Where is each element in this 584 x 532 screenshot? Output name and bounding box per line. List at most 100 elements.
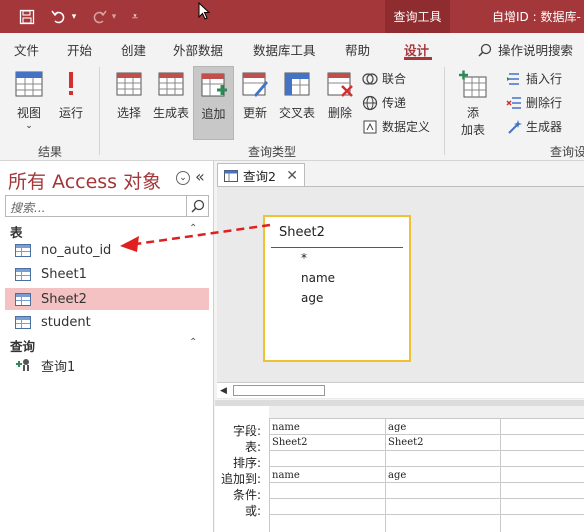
- chevron-down-icon[interactable]: ⌄: [176, 171, 190, 185]
- crosstab-query-button[interactable]: 交叉表: [276, 69, 318, 121]
- crosstab-query-icon: [284, 72, 310, 96]
- grid-column-selectors[interactable]: [269, 406, 584, 418]
- delete-row-button[interactable]: 删除行: [506, 94, 562, 111]
- grid-cell-field[interactable]: name: [272, 422, 300, 433]
- group-collapse-icon[interactable]: ⌃: [189, 337, 197, 348]
- view-label: 视图: [16, 106, 41, 120]
- nav-table-item[interactable]: student: [5, 311, 209, 333]
- nav-query-label: 查询1: [41, 359, 76, 375]
- query-tab-icon: [224, 169, 238, 182]
- nav-table-item[interactable]: no_auto_id: [5, 239, 209, 261]
- append-query-button[interactable]: 追加: [193, 66, 234, 140]
- customize-quick-access-icon[interactable]: ⩡: [128, 6, 142, 28]
- field-list-item[interactable]: *: [301, 251, 307, 265]
- grid-cell-append-to[interactable]: age: [388, 470, 406, 481]
- crosstab-label: 交叉表: [278, 106, 315, 120]
- grid-cell-table[interactable]: Sheet2: [388, 437, 424, 448]
- nav-table-label: Sheet1: [41, 266, 87, 282]
- grid-line: [269, 514, 584, 515]
- delete-query-button[interactable]: 删除: [322, 69, 358, 121]
- nav-table-label: no_auto_id: [41, 242, 112, 258]
- grid-label-field: 字段:: [232, 424, 261, 438]
- tell-me-search[interactable]: 操作说明搜索: [478, 40, 573, 59]
- group-query-setup-label: 查询设: [550, 145, 584, 159]
- nav-pane-title[interactable]: 所有 Access 对象: [8, 167, 161, 194]
- tab-query2[interactable]: 查询2 ✕: [217, 163, 305, 187]
- grid-cell-field[interactable]: age: [388, 422, 406, 433]
- grid-line: [269, 418, 584, 419]
- search-icon: [478, 43, 492, 57]
- table-icon: [15, 243, 31, 257]
- make-table-label: 生成表: [152, 106, 189, 120]
- nav-group-queries[interactable]: 查询: [10, 336, 35, 355]
- grid-label-or: 或:: [244, 504, 261, 518]
- query-design-grid: 字段: 表: 排序: 追加到: 条件: 或: name Sheet2 name …: [215, 406, 584, 532]
- run-button[interactable]: 运行: [56, 69, 86, 121]
- datasheet-view-icon: [15, 71, 43, 97]
- table-icon: [15, 267, 31, 281]
- passthrough-query-button[interactable]: 传递: [362, 94, 406, 111]
- nav-search-input[interactable]: 搜索...: [5, 195, 209, 217]
- search-icon[interactable]: [186, 196, 208, 216]
- tab-file[interactable]: 文件: [14, 40, 39, 59]
- tab-database-tools[interactable]: 数据库工具: [253, 40, 316, 59]
- grid-label-table: 表:: [244, 440, 261, 454]
- nav-table-label: Sheet2: [41, 291, 87, 307]
- select-query-button[interactable]: 选择: [112, 69, 146, 121]
- field-list-item[interactable]: age: [301, 291, 323, 305]
- insert-row-button[interactable]: 插入行: [506, 70, 562, 87]
- undo-icon[interactable]: [48, 6, 70, 28]
- grid-line: [269, 482, 584, 483]
- horizontal-scrollbar[interactable]: ◀: [217, 382, 584, 398]
- nav-query-item[interactable]: 查询1: [5, 354, 209, 376]
- group-query-type-label: 查询类型: [248, 145, 297, 159]
- nav-table-item[interactable]: Sheet1: [5, 263, 209, 285]
- run-label: 运行: [58, 106, 83, 120]
- tab-help[interactable]: 帮助: [345, 40, 370, 59]
- close-icon[interactable]: ✕: [286, 168, 298, 184]
- view-button[interactable]: 视图 ⌄: [12, 69, 46, 131]
- builder-button[interactable]: 生成器: [506, 118, 562, 135]
- update-query-icon: [242, 72, 268, 97]
- scroll-left-icon[interactable]: ◀: [220, 386, 227, 396]
- add-table-icon: [459, 70, 487, 98]
- grid-cell-table[interactable]: Sheet2: [272, 437, 308, 448]
- group-results-label: 结果: [38, 145, 63, 159]
- append-label: 追加: [201, 107, 226, 121]
- group-collapse-icon[interactable]: ⌃: [189, 223, 197, 234]
- redo-dropdown-icon[interactable]: ▾: [108, 6, 120, 28]
- save-icon[interactable]: [16, 6, 38, 28]
- scrollbar-thumb[interactable]: [233, 385, 325, 396]
- union-icon: [362, 72, 378, 85]
- field-list-item[interactable]: name: [301, 271, 335, 285]
- table-icon: [15, 315, 31, 329]
- table-icon: [15, 292, 31, 306]
- update-query-button[interactable]: 更新: [237, 69, 273, 121]
- tab-home[interactable]: 开始: [67, 40, 92, 59]
- tab-create[interactable]: 创建: [121, 40, 146, 59]
- make-table-button[interactable]: 生成表: [150, 69, 192, 121]
- grid-label-criteria: 条件:: [232, 488, 261, 502]
- nav-table-item-selected[interactable]: Sheet2: [5, 288, 209, 310]
- field-list-table-box[interactable]: Sheet2 * name age: [263, 215, 411, 362]
- builder-label: 生成器: [526, 120, 563, 134]
- add-table-button[interactable]: 添 加表: [456, 69, 490, 138]
- grid-label-append-to: 追加到:: [220, 472, 261, 486]
- navigation-pane: 所有 Access 对象 ⌄ « 搜索... 表 ⌃ no_auto_id Sh…: [0, 161, 214, 532]
- query-tab-label: 查询2: [243, 169, 276, 184]
- update-label: 更新: [242, 106, 267, 120]
- union-label: 联合: [382, 72, 407, 86]
- union-query-button[interactable]: 联合: [362, 70, 406, 87]
- grid-cell-append-to[interactable]: name: [272, 470, 300, 481]
- data-definition-button[interactable]: 数据定义: [362, 118, 430, 135]
- field-list-divider: [271, 247, 403, 248]
- query-design-area[interactable]: Sheet2 * name age: [217, 186, 584, 399]
- undo-dropdown-icon[interactable]: ▾: [68, 6, 80, 28]
- collapse-pane-icon[interactable]: «: [195, 167, 205, 186]
- tab-external-data[interactable]: 外部数据: [173, 40, 223, 59]
- nav-search-placeholder: 搜索...: [10, 201, 46, 215]
- redo-icon[interactable]: [88, 6, 110, 28]
- title-bar: ▾ ▾ ⩡ 查询工具 自增ID : 数据库-: [0, 0, 584, 33]
- grid-line: [500, 418, 501, 532]
- context-tab-query-tools: 查询工具: [385, 0, 450, 33]
